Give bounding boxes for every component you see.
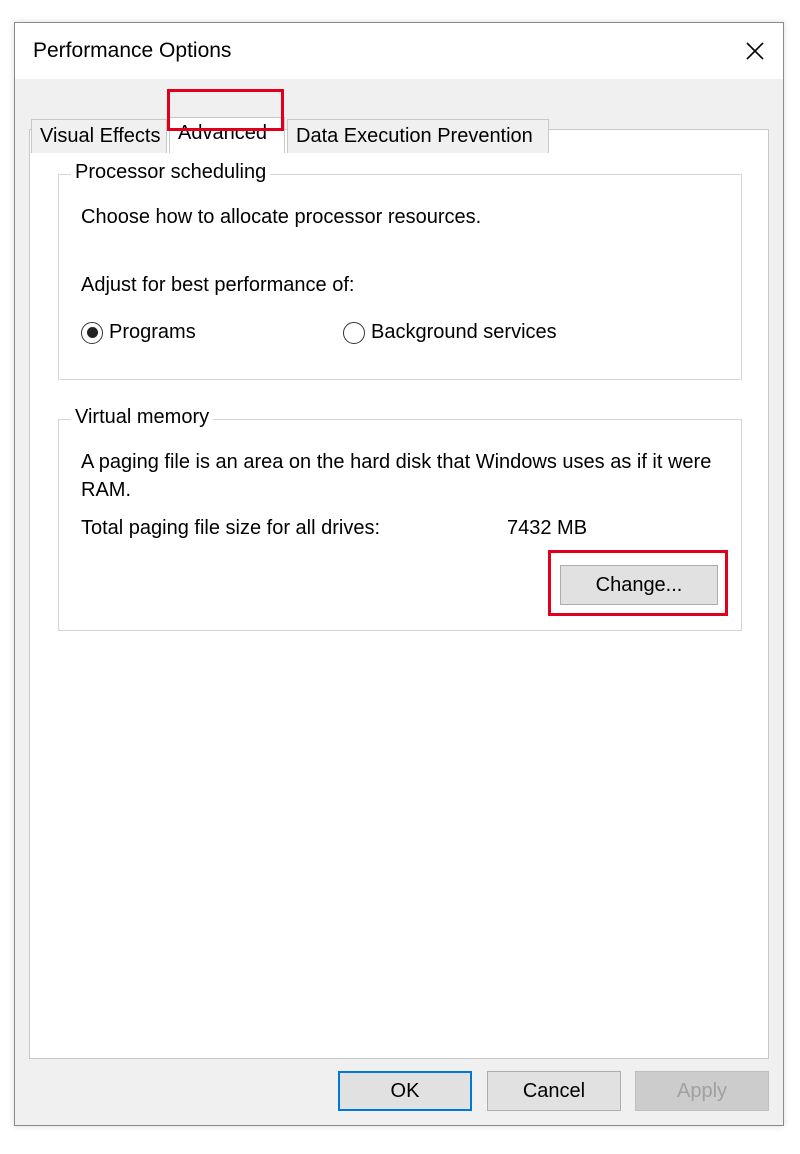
processor-description: Choose how to allocate processor resourc… <box>81 206 482 228</box>
close-icon <box>746 42 764 60</box>
processor-scheduling-legend: Processor scheduling <box>71 161 271 184</box>
title-bar: Performance Options <box>15 23 783 79</box>
virtual-memory-description: A paging file is an area on the hard dis… <box>81 451 712 501</box>
cancel-button[interactable]: Cancel <box>487 1071 621 1111</box>
close-button[interactable] <box>737 33 773 69</box>
radio-programs-label: Programs <box>109 321 196 343</box>
radio-background-services-indicator[interactable] <box>343 321 365 344</box>
processor-scheduling-group: Processor scheduling Choose how to alloc… <box>58 161 742 380</box>
radio-background-services-label: Background services <box>371 321 557 343</box>
total-paging-label: Total paging file size for all drives: <box>81 517 381 539</box>
tab-strip: Visual Effects Advanced Data Execution P… <box>31 117 767 153</box>
performance-options-dialog: Performance Options Processor scheduling… <box>14 22 784 1126</box>
tab-data-execution-prevention[interactable]: Data Execution Prevention <box>287 119 549 153</box>
ok-button[interactable]: OK <box>338 1071 472 1111</box>
window-title: Performance Options <box>33 39 232 62</box>
tab-advanced[interactable]: Advanced <box>169 117 285 153</box>
radio-programs-indicator[interactable] <box>81 321 103 344</box>
adjust-performance-label: Adjust for best performance of: <box>81 274 355 296</box>
virtual-memory-group: Virtual memory A paging file is an area … <box>58 406 742 631</box>
apply-button[interactable]: Apply <box>635 1071 769 1111</box>
advanced-tab-panel: Processor scheduling Choose how to alloc… <box>29 129 769 1059</box>
virtual-memory-legend: Virtual memory <box>71 406 214 429</box>
tab-visual-effects[interactable]: Visual Effects <box>31 119 167 153</box>
total-paging-value: 7432 MB <box>507 517 588 539</box>
radio-background-services[interactable]: Background services <box>343 321 557 344</box>
change-button[interactable]: Change... <box>560 565 718 605</box>
radio-programs[interactable]: Programs <box>81 321 196 344</box>
